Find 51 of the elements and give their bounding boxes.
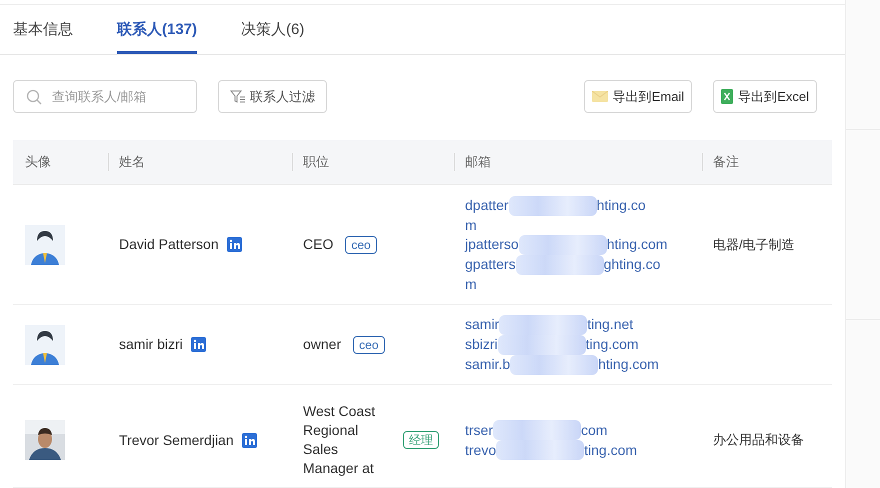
email-link[interactable]: sbizri [465, 335, 498, 354]
industry-note: 办公用品和设备 [713, 432, 804, 447]
column-header: 邮箱 [465, 153, 491, 172]
column-header: 职位 [303, 153, 329, 172]
email-link[interactable]: trevo [465, 440, 496, 460]
email-link[interactable]: hting.com [598, 355, 659, 374]
avatar-icon [25, 324, 65, 364]
job-title: CEO [303, 235, 334, 254]
email-link[interactable]: m [465, 216, 477, 234]
filter-icon [230, 90, 246, 104]
linkedin-icon[interactable] [226, 237, 242, 252]
tab[interactable]: 决策人(6) [241, 18, 304, 54]
tab[interactable]: 联系人(137) [117, 18, 198, 54]
export-button[interactable]: 导出到Excel [713, 80, 817, 113]
role-tag: ceo [353, 336, 384, 354]
role-tag: ceo [345, 236, 377, 254]
email-link[interactable]: gpatters [465, 255, 516, 274]
email-link[interactable]: m [465, 274, 477, 294]
export-button[interactable]: 导出到Email [584, 80, 692, 113]
industry-note: 电器/电子制造 [713, 236, 795, 252]
linkedin-icon[interactable] [242, 432, 257, 448]
column-header: 姓名 [119, 153, 145, 172]
column-header: 头像 [25, 153, 51, 172]
linkedin-icon[interactable] [190, 337, 206, 352]
column-header: 备注 [713, 153, 739, 172]
email-link[interactable]: samir [465, 315, 500, 334]
job-title: West Coast Regional Sales Manager at [303, 402, 376, 478]
spreadsheet-icon [721, 89, 734, 104]
filter-button[interactable]: 联系人过滤 [218, 80, 327, 113]
search-input[interactable]: 查询联系人/邮箱 [52, 86, 172, 106]
avatar-icon [25, 224, 65, 264]
email-link[interactable]: trser [465, 420, 493, 440]
role-tag: 经理 [403, 431, 439, 449]
email-link[interactable]: samir.b [465, 355, 510, 374]
email-link[interactable]: hting.co [596, 196, 646, 215]
job-title: owner [303, 335, 342, 354]
tab[interactable]: 基本信息 [13, 18, 73, 54]
search-field[interactable]: 查询联系人/邮箱 [13, 80, 197, 113]
email-link[interactable]: hting.com [606, 235, 668, 254]
email-link[interactable]: ting.com [584, 440, 638, 460]
search-icon [26, 88, 42, 104]
contact-name: David Patterson [119, 235, 219, 254]
contact-name: samir bizri [119, 335, 183, 354]
email-link[interactable]: com [581, 420, 608, 440]
email-link[interactable]: ting.com [586, 335, 639, 354]
email-link[interactable]: ghting.co [604, 255, 660, 274]
email-link[interactable]: ting.net [587, 315, 634, 334]
envelope-icon [592, 91, 608, 102]
contact-name: Trevor Semerdjian [119, 430, 234, 450]
email-link[interactable]: jpatterso [465, 235, 519, 254]
email-link[interactable]: dpatter [465, 196, 509, 215]
